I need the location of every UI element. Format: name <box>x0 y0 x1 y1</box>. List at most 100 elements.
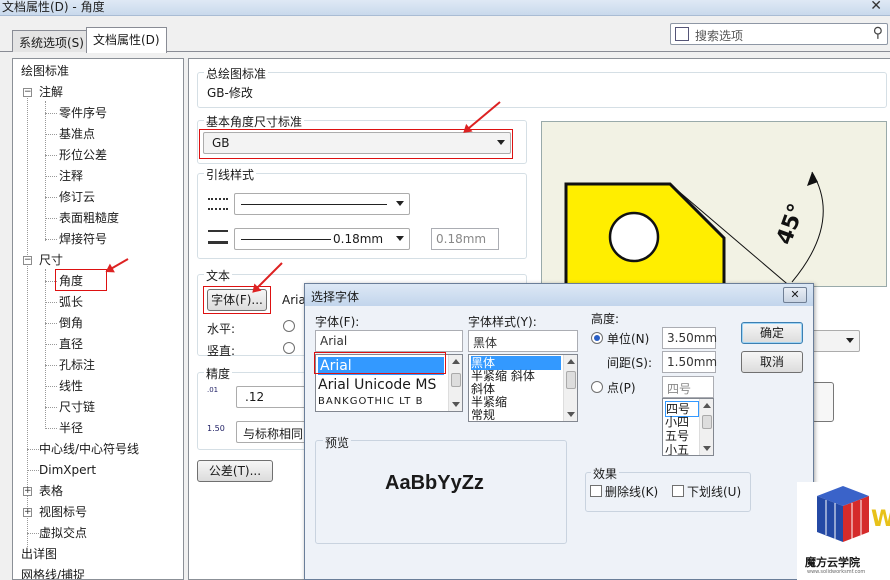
options-tree: 绘图标准 − 注解 零件序号 基准点 形位公差 注释 修订云 表面粗糙度 焊接符… <box>12 58 184 580</box>
tree-item-arc-length[interactable]: 弧长 <box>59 294 83 310</box>
tree-item-linear[interactable]: 线性 <box>59 378 83 394</box>
style-list-scrollbar[interactable] <box>563 355 577 421</box>
underline-checkbox[interactable] <box>672 485 684 497</box>
hidden-button[interactable] <box>812 382 834 422</box>
font-list-scrollbar[interactable] <box>448 355 462 411</box>
scroll-up-icon <box>703 403 711 408</box>
point-radio[interactable] <box>591 381 603 393</box>
tree-item-ordinate[interactable]: 尺寸链 <box>59 399 95 415</box>
chevron-down-icon <box>396 236 404 241</box>
tree-item-notes[interactable]: 注释 <box>59 168 83 184</box>
line-thickness-dropdown[interactable]: 0.18mm <box>234 228 410 250</box>
tree-item-drafting-standard[interactable]: 绘图标准 <box>21 63 69 79</box>
point-list-scrollbar[interactable] <box>699 399 713 455</box>
tolerance-precision-icon: 1.50 <box>207 424 225 433</box>
tree-item-revision-clouds[interactable]: 修订云 <box>59 189 95 205</box>
vertical-radio[interactable] <box>283 342 295 354</box>
close-icon[interactable]: ✕ <box>870 0 882 14</box>
tree-item-centerlines[interactable]: 中心线/中心符号线 <box>39 441 139 457</box>
line-style-dropdown[interactable] <box>234 193 410 215</box>
tolerance-button[interactable]: 公差(T)... <box>197 460 273 482</box>
point-label: 点(P) <box>607 381 636 395</box>
cancel-button[interactable]: 取消 <box>741 351 803 373</box>
search-input[interactable]: 搜索选项 ⚲ <box>670 23 888 45</box>
point-list-item[interactable]: 小四 <box>665 415 689 429</box>
svg-text:W: W <box>871 507 890 532</box>
tree-item-chamfer[interactable]: 倒角 <box>59 315 83 331</box>
expand-icon[interactable]: + <box>23 508 32 517</box>
tree-item-gtol[interactable]: 形位公差 <box>59 147 107 163</box>
tree-item-radius[interactable]: 半径 <box>59 420 83 436</box>
tree-item-view-labels[interactable]: 视图标号 <box>39 504 87 520</box>
unit-radio[interactable] <box>591 332 603 344</box>
scroll-thumb <box>451 373 461 387</box>
style-list-item[interactable]: 常规 <box>471 408 495 421</box>
precision-dropdown[interactable]: .12 <box>236 386 306 408</box>
tree-item-virtual-sharps[interactable]: 虚拟交点 <box>39 525 87 541</box>
logo-text: 魔方云学院 <box>805 556 860 569</box>
text-label: 文本 <box>204 267 233 284</box>
brand-logo: W 魔方云学院 www.solidworksmf.com <box>797 482 890 580</box>
hidden-dropdown[interactable] <box>808 330 860 352</box>
tree-item-diameter[interactable]: 直径 <box>59 336 83 352</box>
tab-system-options[interactable]: 系统选项(S) <box>12 30 91 52</box>
line-style-icon <box>208 198 228 210</box>
horizontal-radio[interactable] <box>283 320 295 332</box>
collapse-icon[interactable]: − <box>23 256 32 265</box>
chevron-down-icon <box>846 338 854 343</box>
tab-document-properties[interactable]: 文档属性(D) <box>86 27 167 53</box>
overall-standard-group <box>197 72 887 108</box>
title-bar: 文档属性(D) - 角度 ✕ <box>0 0 890 16</box>
tree-item-dimensions[interactable]: 尺寸 <box>39 252 63 268</box>
search-placeholder: 搜索选项 <box>695 29 744 43</box>
leader-style-label: 引线样式 <box>204 166 257 183</box>
font-label: 字体(F): <box>315 315 360 329</box>
search-icon[interactable]: ⚲ <box>873 25 883 41</box>
tree-item-weld-symbols[interactable]: 焊接符号 <box>59 231 107 247</box>
font-list-item[interactable]: BANKGOTHIC LT B <box>318 395 423 409</box>
point-list-item[interactable]: 小五 <box>665 443 689 455</box>
tree-item-datums[interactable]: 基准点 <box>59 126 95 142</box>
style-list-item[interactable]: 半紧缩 <box>471 395 507 409</box>
scroll-down-icon <box>452 402 460 407</box>
ok-button[interactable]: 确定 <box>741 322 803 344</box>
line-thickness-value: 0.18mm <box>333 232 384 246</box>
point-size-field[interactable]: 四号 <box>662 376 714 398</box>
tree-item-hole-callout[interactable]: 孔标注 <box>59 357 95 373</box>
tree-item-balloons[interactable]: 零件序号 <box>59 105 107 121</box>
tree-item-detailing[interactable]: 出详图 <box>21 546 57 562</box>
style-list-item[interactable]: 半紧缩 斜体 <box>471 369 535 383</box>
strikeout-checkbox[interactable] <box>590 485 602 497</box>
line-weight-icon <box>208 230 228 244</box>
style-input[interactable]: 黑体 <box>468 330 578 352</box>
tolerance-precision-dropdown[interactable]: 与标称相同 <box>236 421 306 443</box>
unit-label: 单位(N) <box>607 332 650 346</box>
tree-item-dimxpert[interactable]: DimXpert <box>39 462 96 478</box>
effects-label: 效果 <box>591 465 620 482</box>
unit-value-field[interactable]: 3.50mm <box>662 327 717 349</box>
chevron-down-icon <box>396 201 404 206</box>
point-list-item[interactable]: 五号 <box>665 429 689 443</box>
custom-thickness-field[interactable]: 0.18mm <box>431 228 499 250</box>
collapse-icon[interactable]: − <box>23 88 32 97</box>
style-list-item[interactable]: 斜体 <box>471 382 495 396</box>
line-style-sample <box>241 204 387 205</box>
hole-circle <box>608 211 660 263</box>
tree-item-tables[interactable]: 表格 <box>39 483 63 499</box>
tree-line <box>27 93 28 547</box>
tree-item-surface-finish[interactable]: 表面粗糙度 <box>59 210 119 226</box>
spacing-value-field[interactable]: 1.50mm <box>662 351 717 373</box>
font-name-input[interactable]: Arial <box>315 330 463 352</box>
height-label: 高度: <box>591 312 620 326</box>
style-list[interactable]: 黑体 半紧缩 斜体 斜体 半紧缩 常规 <box>468 354 578 422</box>
style-list-item[interactable]: 黑体 <box>471 356 561 370</box>
window-title: 文档属性(D) - 角度 <box>2 0 105 14</box>
tree-item-annotations[interactable]: 注解 <box>39 84 63 100</box>
close-icon[interactable]: ✕ <box>783 287 807 303</box>
point-size-list[interactable]: 四号 小四 五号 小五 <box>662 398 714 456</box>
expand-icon[interactable]: + <box>23 487 32 496</box>
select-font-dialog: 选择字体 ✕ 字体(F): Arial Arial Arial Unicode … <box>304 283 814 580</box>
tree-item-grid-snap[interactable]: 网格线/捕捉 <box>21 567 85 579</box>
same-as-nominal-value: 与标称相同 <box>243 427 304 441</box>
font-list-item[interactable]: Arial Unicode MS <box>318 376 436 394</box>
